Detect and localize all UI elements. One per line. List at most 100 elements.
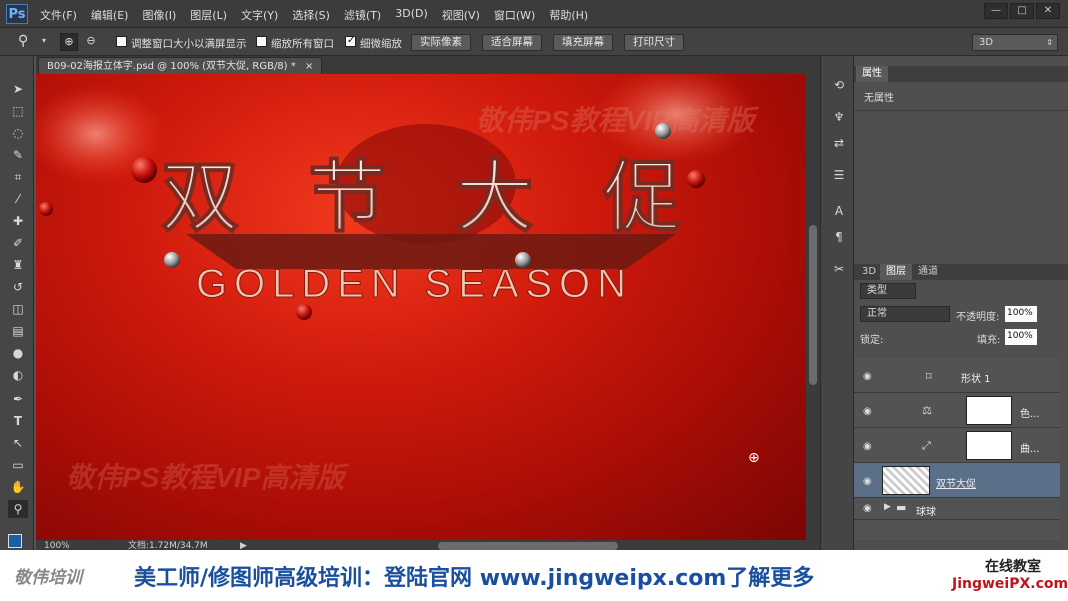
menu-image[interactable]: 图像(I)	[142, 7, 176, 23]
eraser-tool-icon[interactable]: ◫	[8, 300, 28, 318]
red-ball	[131, 157, 157, 183]
tools-preset-icon[interactable]: ✂	[829, 260, 849, 278]
menu-layer[interactable]: 图层(L)	[190, 7, 227, 23]
eye-icon[interactable]: ◉	[863, 371, 872, 382]
tab-3d[interactable]: 3D	[856, 264, 882, 280]
brush-preset-icon[interactable]: ♆	[829, 108, 849, 126]
path-select-icon[interactable]: ↖	[8, 434, 28, 452]
adjust-icon[interactable]: ⇄	[829, 134, 849, 152]
stamp-tool-icon[interactable]: ♜	[8, 256, 28, 274]
opacity-input[interactable]: 100%	[1005, 306, 1037, 322]
layer-name: 色...	[1020, 409, 1040, 420]
silver-ball	[164, 252, 180, 268]
character-icon[interactable]: A	[829, 202, 849, 220]
type-tool-icon[interactable]: T	[8, 412, 28, 430]
foreground-color-swatch[interactable]	[8, 534, 22, 548]
print-size-button[interactable]: 打印尺寸	[624, 34, 684, 51]
healing-brush-icon[interactable]: ✚	[8, 212, 28, 230]
menu-edit[interactable]: 编辑(E)	[91, 7, 129, 23]
hand-tool-icon[interactable]: ✋	[8, 478, 28, 496]
eyedropper-tool-icon[interactable]: ⁄	[8, 190, 28, 208]
document-tab[interactable]: B09-02海报立体字.psd @ 100% (双节大促, RGB/8) * ×	[38, 57, 323, 74]
expand-arrow-icon[interactable]: ▶	[884, 502, 891, 512]
layers-tab-bar: 3D 图层 通道	[854, 264, 1068, 280]
menu-window[interactable]: 窗口(W)	[494, 7, 535, 23]
menu-select[interactable]: 选择(S)	[292, 7, 330, 23]
fill-label: 填充:	[977, 335, 1001, 346]
chevron-down-icon[interactable]: ▾	[42, 36, 46, 45]
zoom-all-checkbox[interactable]	[256, 36, 267, 47]
close-tab-icon[interactable]: ×	[305, 61, 313, 72]
layer-group-row[interactable]: ◉ ▶ ▬ 球球	[854, 498, 1060, 520]
layer-name: 曲...	[1020, 444, 1040, 455]
fill-input[interactable]: 100%	[1005, 329, 1037, 345]
zoom-in-icon[interactable]: ⊕	[60, 33, 78, 51]
layer-mask-thumbnail	[966, 431, 1012, 460]
eye-icon[interactable]: ◉	[863, 476, 872, 487]
layer-filter-select[interactable]: 类型	[860, 283, 916, 299]
crop-tool-icon[interactable]: ⌗	[8, 168, 28, 186]
layer-row[interactable]: ◉ ⌑ 形状 1	[854, 358, 1060, 393]
photoshop-logo: Ps	[6, 4, 28, 24]
zoom-all-label: 缩放所有窗口	[271, 38, 334, 50]
actual-pixels-button[interactable]: 实际像素	[411, 34, 471, 51]
dodge-tool-icon[interactable]: ◐	[8, 366, 28, 384]
move-tool-icon[interactable]: ➤	[8, 80, 28, 98]
eye-icon[interactable]: ◉	[863, 441, 872, 452]
menu-type[interactable]: 文字(Y)	[241, 7, 278, 23]
scrubby-zoom-checkbox[interactable]	[345, 35, 356, 47]
minimize-button[interactable]: —	[984, 3, 1008, 19]
brush-tool-icon[interactable]: ✐	[8, 234, 28, 252]
menu-filter[interactable]: 滤镜(T)	[344, 7, 381, 23]
close-button[interactable]: ✕	[1036, 3, 1060, 19]
horizontal-scroll-thumb[interactable]	[438, 542, 618, 550]
layer-row[interactable]: ◉ ⤢ 曲...	[854, 428, 1060, 463]
fit-screen-button[interactable]: 适合屏幕	[482, 34, 542, 51]
marquee-tool-icon[interactable]: ⬚	[8, 102, 28, 120]
document-canvas[interactable]: 敬伟PS教程VIP高清版 敬伟PS教程VIP高清版 双节大促 GOLDEN SE…	[36, 74, 806, 540]
pen-tool-icon[interactable]: ✒	[8, 390, 28, 408]
watermark-text: 敬伟PS教程VIP高清版	[66, 462, 349, 493]
divider	[854, 110, 1068, 111]
properties-empty: 无属性	[864, 93, 894, 104]
menu-view[interactable]: 视图(V)	[442, 7, 480, 23]
quick-select-tool-icon[interactable]: ✎	[8, 146, 28, 164]
lasso-tool-icon[interactable]: ◌	[8, 124, 28, 142]
window-controls: — □ ✕	[984, 3, 1060, 19]
zoom-tool-icon[interactable]: ⚲	[8, 500, 28, 518]
history-brush-icon[interactable]: ↺	[8, 278, 28, 296]
red-ball	[296, 304, 312, 320]
eye-icon[interactable]: ◉	[863, 406, 872, 417]
fit-window-checkbox[interactable]	[116, 36, 127, 47]
promo-text: 美工师/修图师高级培训：登陆官网 www.jingweipx.com了解更多	[134, 566, 815, 591]
gradient-tool-icon[interactable]: ▤	[8, 322, 28, 340]
scrollbar-thumb[interactable]	[809, 225, 817, 385]
maximize-button[interactable]: □	[1010, 3, 1034, 19]
shape-tool-icon[interactable]: ▭	[8, 456, 28, 474]
properties-tab-bar: 属性	[854, 66, 1068, 82]
zoom-cursor-icon: ⊕	[748, 450, 760, 466]
history-icon[interactable]: ⟲	[829, 76, 849, 94]
layer-row-selected[interactable]: ◉ 双节大促	[854, 463, 1060, 498]
tab-channels[interactable]: 通道	[912, 264, 944, 280]
fit-window-label: 调整窗口大小以满屏显示	[131, 38, 247, 50]
menu-3d[interactable]: 3D(D)	[395, 7, 428, 23]
blur-tool-icon[interactable]: ●	[8, 344, 28, 362]
zoom-out-icon[interactable]: ⊖	[82, 33, 100, 51]
watermark-text: 敬伟PS教程VIP高清版	[476, 105, 759, 136]
tools-panel: ➤ ⬚ ◌ ✎ ⌗ ⁄ ✚ ✐ ♜ ↺ ◫ ▤ ● ◐ ✒ T ↖ ▭ ✋ ⚲	[0, 56, 34, 550]
eye-icon[interactable]: ◉	[863, 503, 872, 514]
workspace-select[interactable]: 3D ⇕	[972, 34, 1058, 51]
tab-layers[interactable]: 图层	[880, 264, 912, 280]
fill-screen-button[interactable]: 填充屏幕	[553, 34, 613, 51]
layer-mask-thumbnail	[966, 396, 1012, 425]
zoom-tool-icon[interactable]: ⚲	[18, 33, 28, 49]
blend-mode-select[interactable]: 正常	[860, 306, 950, 322]
align-icon[interactable]: ☰	[829, 166, 849, 184]
menu-help[interactable]: 帮助(H)	[549, 7, 588, 23]
layer-row[interactable]: ◉ ⚖ 色...	[854, 393, 1060, 428]
poster-title-en: GOLDEN SEASON	[196, 262, 626, 306]
paragraph-icon[interactable]: ¶	[829, 228, 849, 246]
menu-file[interactable]: 文件(F)	[40, 7, 77, 23]
tab-properties[interactable]: 属性	[856, 66, 888, 82]
